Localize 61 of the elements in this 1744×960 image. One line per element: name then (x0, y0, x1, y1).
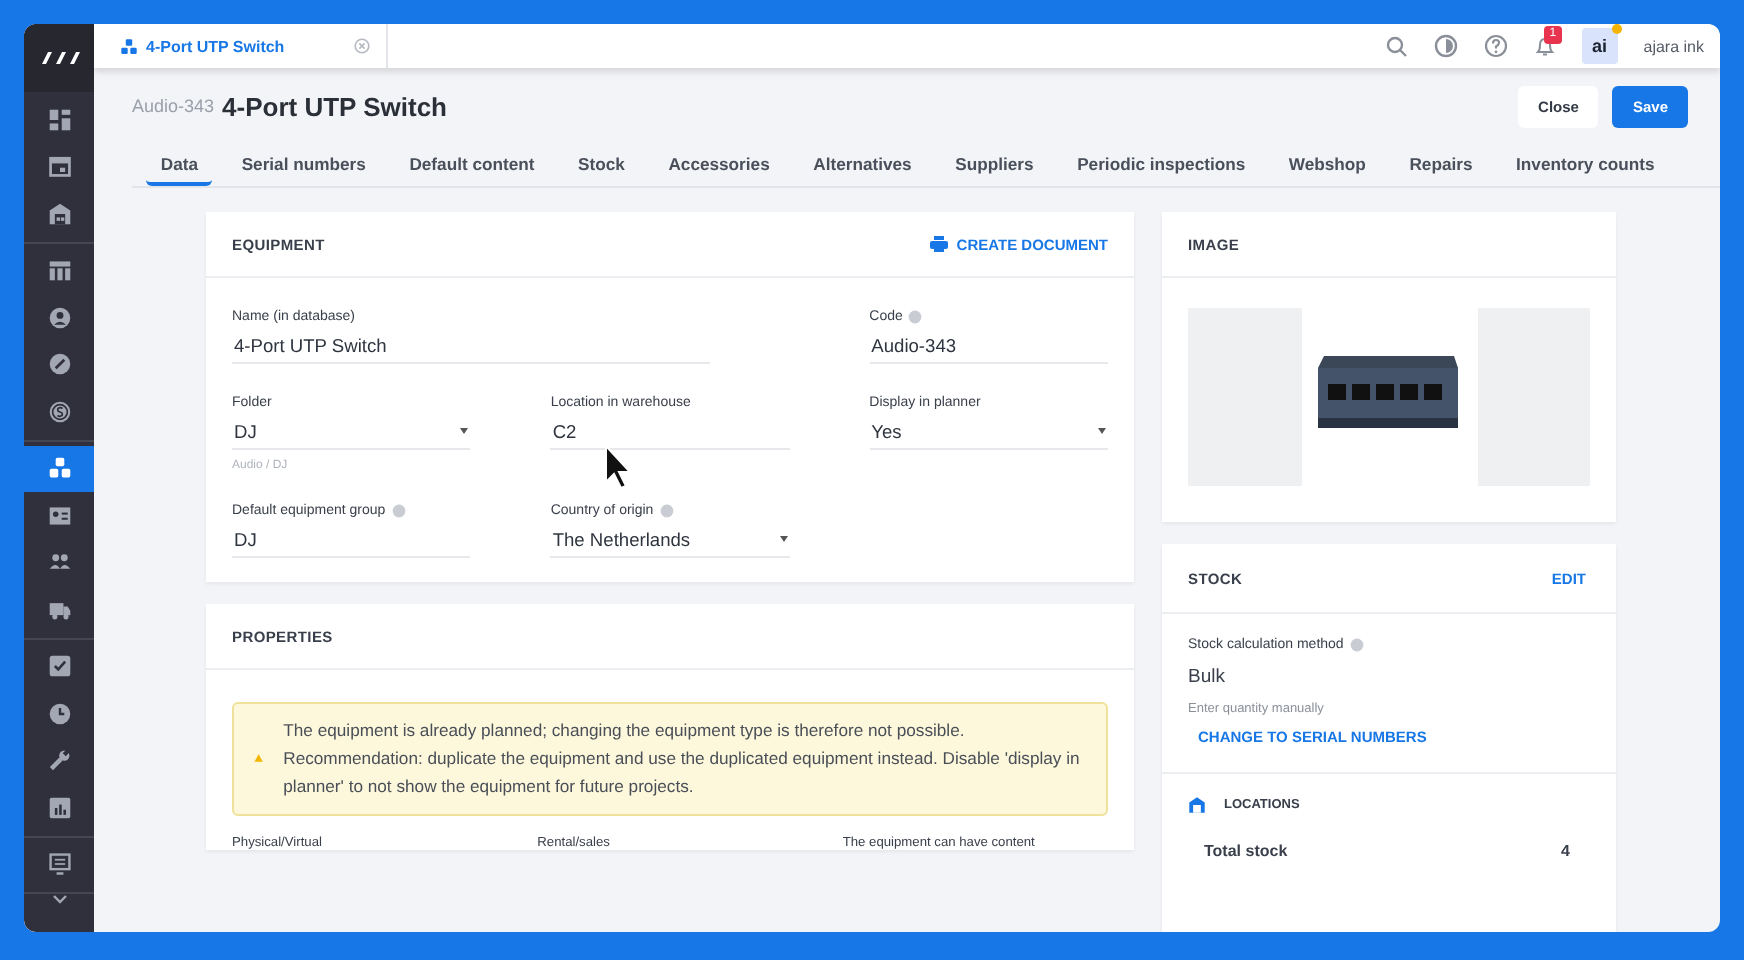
tab[interactable]: Repairs (1394, 144, 1488, 186)
checkbox-icon (47, 654, 71, 679)
search-icon[interactable] (1385, 35, 1408, 57)
stock-value: 4 (1561, 842, 1570, 860)
field-value: Bulk (1188, 666, 1225, 688)
bell-icon[interactable] (1533, 35, 1556, 57)
input-field[interactable]: DJ (232, 522, 471, 558)
people-icon (47, 550, 71, 575)
tab[interactable]: Suppliers (940, 144, 1049, 186)
boxes-icon (120, 37, 138, 55)
stock-label: Total stock (1204, 842, 1288, 860)
warehouse-icon (1188, 796, 1206, 814)
dropdown-arrow-icon (779, 536, 788, 542)
chevron-down-icon[interactable] (51, 894, 67, 904)
cursor-icon (604, 444, 634, 492)
user-avatar[interactable]: ai (1581, 28, 1618, 64)
info-icon (391, 504, 406, 518)
info-icon (1349, 638, 1364, 652)
select-field[interactable]: DJ (232, 414, 471, 450)
input-field[interactable]: 4-Port UTP Switch (232, 328, 710, 364)
dropdown-arrow-icon (1098, 428, 1106, 434)
dollar-circle-icon (47, 399, 71, 424)
monitor-icon (47, 852, 71, 877)
logo-icon[interactable] (39, 52, 79, 64)
dashboard-icon (47, 107, 71, 132)
sidebar-item[interactable] (24, 445, 94, 492)
tab[interactable]: Serial numbers (226, 144, 381, 186)
chart-icon (47, 795, 71, 820)
input-field[interactable]: C2 (550, 414, 790, 450)
open-tab[interactable]: 4-Port UTP Switch (120, 37, 354, 55)
user-circle-icon (47, 305, 71, 330)
table-icon (47, 258, 71, 283)
select-field[interactable]: Yes (869, 414, 1108, 450)
tab[interactable]: Inventory counts (1501, 144, 1670, 186)
calendar-icon (47, 154, 71, 179)
page-title: 4-Port UTP Switch (222, 91, 447, 121)
tab[interactable]: Stock (563, 144, 640, 186)
wrench-icon (47, 748, 71, 773)
help-icon[interactable] (1483, 34, 1508, 58)
tab[interactable]: Webshop (1274, 144, 1381, 186)
info-icon (908, 310, 923, 324)
user-name[interactable]: ajara ink (1643, 37, 1704, 55)
info-icon (659, 504, 674, 518)
warning-icon (254, 748, 264, 768)
printer-icon (930, 236, 949, 252)
warehouse-icon (47, 201, 71, 226)
clock-icon (47, 701, 71, 726)
contact-card-icon (47, 503, 71, 528)
tab[interactable]: Alternatives (798, 144, 927, 186)
tab[interactable]: Periodic inspections (1062, 144, 1261, 186)
tab[interactable]: Default content (394, 144, 550, 186)
truck-icon (47, 597, 71, 622)
warning-message: The equipment is already planned; changing the equipment type is therefore not possible. Recommendation: duplicate the equipment and use the duplicated equipment instead. Disable 'display in planner' to not show the equipment for future projects. (283, 718, 1082, 800)
select-field[interactable]: The Netherlands (550, 522, 790, 558)
tab[interactable]: Accessories (653, 144, 785, 186)
equipment-code: Audio-343 (132, 96, 215, 116)
tab[interactable]: Data (146, 144, 213, 186)
boxes-icon (47, 456, 71, 481)
contrast-icon[interactable] (1433, 34, 1458, 58)
dropdown-arrow-icon (460, 428, 469, 434)
input-field[interactable]: Audio-343 (869, 328, 1108, 364)
